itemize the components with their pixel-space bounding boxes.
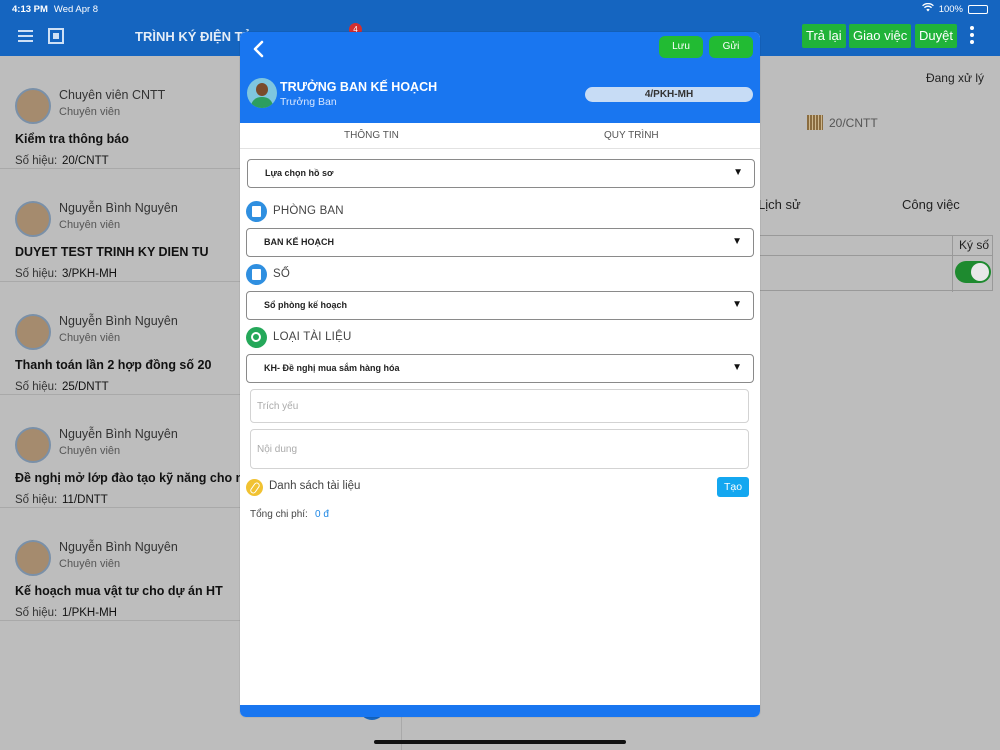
book-label: SỐ xyxy=(273,268,291,280)
document-code: 20/CNTT xyxy=(62,155,109,167)
document-code: 25/DNTT xyxy=(62,381,109,393)
status-time: 4:13 PM xyxy=(12,3,48,15)
send-button[interactable]: Gửi xyxy=(709,36,753,58)
attachment-icon xyxy=(246,479,263,496)
modal-footer-bar xyxy=(240,705,760,717)
sender-name: Nguyễn Bình Nguyên xyxy=(59,314,178,328)
document-subject: DUYET TEST TRINH KY DIEN TU xyxy=(15,245,209,259)
profile-select-value: Lựa chọn hồ sơ xyxy=(265,168,334,178)
code-label: Số hiệu: xyxy=(15,494,58,506)
chevron-down-icon: ▼ xyxy=(733,167,743,178)
content-input[interactable]: Nội dung xyxy=(250,429,749,469)
save-button[interactable]: Lưu xyxy=(659,36,703,58)
chevron-down-icon: ▼ xyxy=(732,362,742,373)
sender-name: Nguyễn Bình Nguyên xyxy=(59,540,178,554)
avatar xyxy=(247,78,277,108)
summary-input[interactable]: Trích yếu xyxy=(250,389,749,423)
status-date: Wed Apr 8 xyxy=(53,3,99,15)
department-label: PHÒNG BAN xyxy=(273,205,344,217)
chevron-down-icon: ▼ xyxy=(732,299,742,310)
sender-role: Chuyên viên xyxy=(59,219,121,231)
digital-sign-toggle[interactable] xyxy=(955,261,991,283)
tab-history[interactable]: Lịch sử xyxy=(758,197,801,212)
avatar xyxy=(15,427,51,463)
battery-percent: 100% xyxy=(938,3,963,15)
home-indicator xyxy=(374,740,626,744)
user-name: TRƯỞNG BAN KẾ HOẠCH xyxy=(280,80,438,94)
detail-code: 20/CNTT xyxy=(829,116,878,130)
document-type-select-value: KH- Đề nghị mua sắm hàng hóa xyxy=(264,363,400,373)
document-type-icon xyxy=(246,327,267,348)
sender-role: Chuyên viên xyxy=(59,445,121,457)
sender-name: Nguyễn Bình Nguyên xyxy=(59,427,178,441)
modal-header: Lưu Gửi TRƯỞNG BAN KẾ HOẠCH Trưởng Ban 4… xyxy=(240,32,760,123)
sender-name: Chuyên viên CNTT xyxy=(59,88,166,102)
document-type-label: LOẠI TÀI LIỆU xyxy=(273,331,352,343)
department-icon xyxy=(246,201,267,222)
user-role: Trưởng Ban xyxy=(280,96,337,108)
create-button[interactable]: Tạo xyxy=(717,477,749,497)
barcode-icon xyxy=(807,115,823,130)
qr-scan-icon[interactable] xyxy=(48,28,64,44)
document-subject: Kiểm tra thông báo xyxy=(15,132,129,146)
tab-info[interactable]: THÔNG TIN xyxy=(344,130,399,141)
create-document-modal: Lưu Gửi TRƯỞNG BAN KẾ HOẠCH Trưởng Ban 4… xyxy=(240,32,760,717)
chevron-down-icon: ▼ xyxy=(732,236,742,247)
assign-button[interactable]: Giao việc xyxy=(849,24,912,48)
more-options-icon[interactable] xyxy=(970,26,976,47)
total-cost-label: Tổng chi phí: xyxy=(250,509,308,520)
app-title: TRÌNH KÝ ĐIỆN TỬ xyxy=(135,29,254,44)
sender-role: Chuyên viên xyxy=(59,106,121,118)
modal-tabs: THÔNG TIN QUY TRÌNH xyxy=(240,123,760,149)
status-bar: 4:13 PM Wed Apr 8 100% xyxy=(0,0,1000,18)
document-code: 3/PKH-MH xyxy=(62,268,117,280)
document-subject: Thanh toán lần 2 hợp đồng số 20 xyxy=(15,358,212,372)
menu-icon[interactable] xyxy=(18,30,33,42)
tab-process[interactable]: QUY TRÌNH xyxy=(604,130,659,141)
status-right: 100% xyxy=(921,2,988,15)
status-text: Đang xử lý xyxy=(925,71,984,85)
total-cost-value: 0 đ xyxy=(315,509,329,520)
approve-button[interactable]: Duyệt xyxy=(915,24,957,48)
tab-work[interactable]: Công việc xyxy=(902,197,960,212)
document-code: 11/DNTT xyxy=(62,494,108,506)
content-placeholder: Nội dung xyxy=(257,444,298,455)
book-select-value: Sổ phòng kế hoạch xyxy=(264,300,348,310)
code-label: Số hiệu: xyxy=(15,607,58,619)
sign-table: Ký số xyxy=(758,235,993,292)
sign-column-header: Ký số xyxy=(959,238,990,252)
department-select-value: BAN KẾ HOẠCH xyxy=(264,237,335,247)
department-select[interactable]: BAN KẾ HOẠCH ▼ xyxy=(246,228,754,257)
sender-name: Nguyễn Bình Nguyên xyxy=(59,201,178,215)
code-label: Số hiệu: xyxy=(15,268,58,280)
document-type-select[interactable]: KH- Đề nghị mua sắm hàng hóa ▼ xyxy=(246,354,754,383)
code-label: Số hiệu: xyxy=(15,381,58,393)
back-icon[interactable] xyxy=(252,40,266,58)
code-label: Số hiệu: xyxy=(15,155,58,167)
avatar xyxy=(15,201,51,237)
document-list-label: Danh sách tài liệu xyxy=(269,480,361,492)
document-code-pill: 4/PKH-MH xyxy=(585,87,753,102)
book-icon xyxy=(246,264,267,285)
sender-role: Chuyên viên xyxy=(59,558,121,570)
sender-role: Chuyên viên xyxy=(59,332,121,344)
profile-select[interactable]: Lựa chọn hồ sơ ▼ xyxy=(247,159,755,188)
battery-icon xyxy=(968,4,988,14)
avatar xyxy=(15,540,51,576)
book-select[interactable]: Sổ phòng kế hoạch ▼ xyxy=(246,291,754,320)
summary-placeholder: Trích yếu xyxy=(257,401,299,412)
document-subject: Kế hoạch mua vật tư cho dự án HT xyxy=(15,584,223,598)
wifi-icon xyxy=(921,2,934,15)
return-button[interactable]: Trả lại xyxy=(802,24,846,48)
avatar xyxy=(15,88,51,124)
avatar xyxy=(15,314,51,350)
document-code: 1/PKH-MH xyxy=(62,607,117,619)
